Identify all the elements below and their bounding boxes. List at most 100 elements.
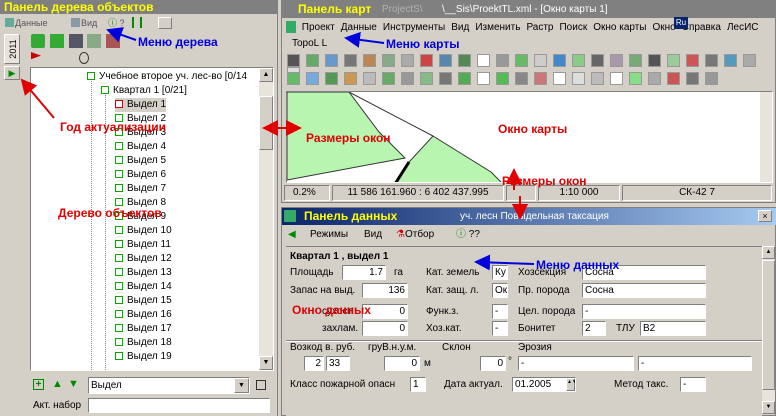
map-tool-icon[interactable]	[648, 54, 661, 67]
map-tool-icon[interactable]	[325, 72, 338, 85]
map-tool-icon[interactable]	[287, 54, 300, 67]
tree-node-kvartal[interactable]: Квартал 1 [0/21]	[101, 84, 187, 98]
data-scroll-thumb[interactable]	[762, 260, 775, 390]
map-tool-icon[interactable]	[363, 72, 376, 85]
map-tool-icon[interactable]	[743, 54, 756, 67]
map-tool-icon[interactable]	[306, 72, 319, 85]
tree-tool-icon-5[interactable]	[106, 34, 121, 48]
func-field[interactable]: -	[492, 304, 508, 319]
map-tool-icon[interactable]	[287, 72, 300, 85]
year-tab[interactable]: 2011	[4, 34, 20, 64]
map-tool-icon[interactable]	[439, 72, 452, 85]
map-tool-icon[interactable]	[648, 72, 661, 85]
method-field[interactable]: -	[680, 377, 706, 392]
tree-tool-icon-2[interactable]	[49, 34, 64, 48]
target-breed-field[interactable]: -	[582, 304, 706, 319]
map-menu-item[interactable]: Окно	[652, 22, 675, 33]
date-spin-icon[interactable]: ▲▼	[566, 378, 575, 391]
fire-field[interactable]: 1	[410, 377, 426, 392]
map-tool-icon[interactable]	[458, 54, 471, 67]
add-icon[interactable]: +	[33, 379, 44, 390]
tree-tool-icon-1[interactable]	[31, 34, 45, 48]
map-menu-item[interactable]: Окно карты	[593, 22, 646, 33]
map-tool-icon[interactable]	[382, 54, 395, 67]
tree-item[interactable]: Выдел 18	[115, 336, 172, 350]
tree-item[interactable]: Выдел 17	[115, 322, 172, 336]
map-menu-item[interactable]: Данные	[341, 22, 377, 33]
map-tool-icon[interactable]	[401, 72, 414, 85]
map-tool-icon[interactable]	[458, 72, 471, 85]
land-cat-field[interactable]: Ку	[492, 265, 508, 280]
chevron-down-icon[interactable]: ▼	[234, 378, 249, 393]
map-tool-icon[interactable]	[496, 54, 509, 67]
map-tool-icon[interactable]	[534, 72, 547, 85]
map-tool-icon[interactable]	[667, 72, 680, 85]
tree-item[interactable]: Выдел 19	[115, 350, 172, 364]
tree-node-forestry[interactable]: Учебное второе уч. лес-во [0/14	[87, 70, 247, 84]
data-menu-view[interactable]: Вид	[364, 228, 382, 242]
tree-item[interactable]: Выдел 7	[115, 182, 166, 196]
area-field[interactable]: 1.7	[342, 265, 386, 280]
map-tool-icon[interactable]	[306, 54, 319, 67]
move-up-icon[interactable]: ▲	[52, 378, 63, 390]
flag-icon[interactable]	[31, 52, 41, 60]
tree-data-menu[interactable]: Данные	[4, 15, 48, 31]
litter-field[interactable]: 0	[362, 321, 408, 336]
map-tool-icon[interactable]	[420, 72, 433, 85]
map-tool-icon[interactable]	[515, 54, 528, 67]
map-tool-icon[interactable]	[363, 54, 376, 67]
map-menu-item[interactable]: ЛесИС	[727, 22, 759, 33]
map-menu-item[interactable]: Растр	[526, 22, 553, 33]
map-tool-icon[interactable]	[572, 72, 585, 85]
tree-item[interactable]: Выдел 5	[115, 154, 166, 168]
tree-item[interactable]: Выдел 6	[115, 168, 166, 182]
erosion-field-2[interactable]: -	[638, 356, 752, 371]
tree-scrollbar[interactable]: ▲ ▼	[259, 68, 273, 370]
map-tool-icon[interactable]	[724, 54, 737, 67]
tree-item[interactable]: Выдел 11	[115, 238, 171, 252]
map-tool-icon[interactable]	[705, 54, 718, 67]
map-vscroll[interactable]	[760, 92, 772, 182]
object-type-select[interactable]: Выдел ▼	[88, 377, 250, 394]
tree-help-menu[interactable]: ⓘ ?	[108, 15, 125, 31]
tree-search-icon[interactable]	[78, 52, 89, 64]
data-scroll-down[interactable]: ▼	[762, 401, 775, 414]
tree-item[interactable]: Выдел 1	[115, 98, 167, 112]
map-tool-icon[interactable]	[705, 72, 718, 85]
prot-cat-field[interactable]: Ок	[492, 283, 508, 298]
tree-tool-icon-4[interactable]	[87, 34, 102, 48]
map-menu-item[interactable]: Поиск	[559, 22, 587, 33]
map-tool-icon[interactable]	[534, 54, 547, 67]
date-field[interactable]: 01.2005 ▲▼	[512, 377, 576, 392]
data-menu-filter[interactable]: ⚗Отбор	[396, 228, 434, 242]
tree-item[interactable]: Выдел 15	[115, 294, 172, 308]
slope-field[interactable]: 0	[480, 356, 506, 371]
map-tool-icon[interactable]	[610, 54, 623, 67]
tree-scroll-thumb[interactable]	[259, 96, 273, 150]
map-tool-icon[interactable]	[515, 72, 528, 85]
tree-item[interactable]: Выдел 13	[115, 266, 172, 280]
map-tool-icon[interactable]	[591, 72, 604, 85]
copy-icon[interactable]	[256, 380, 266, 390]
map-tool-icon[interactable]	[439, 54, 452, 67]
map-tool-icon[interactable]	[553, 72, 566, 85]
tree-pin-icon[interactable]	[132, 17, 142, 28]
tree-item[interactable]: Выдел 12	[115, 252, 172, 266]
map-menu-item[interactable]: Изменить	[475, 22, 520, 33]
data-scrollbar[interactable]: ▲ ▼	[762, 246, 775, 414]
map-tool-icon[interactable]	[382, 72, 395, 85]
map-tool-icon[interactable]	[325, 54, 338, 67]
map-tool-icon[interactable]	[610, 72, 623, 85]
map-menu-item[interactable]: Вид	[451, 22, 469, 33]
data-menu-help[interactable]: ⓘ ??	[456, 228, 480, 242]
erosion-field-1[interactable]: -	[518, 356, 634, 371]
stock-field[interactable]: 136	[362, 283, 408, 298]
map-tool-icon[interactable]	[344, 72, 357, 85]
age-field-2[interactable]: 33	[326, 356, 350, 371]
map-tool-icon[interactable]	[686, 54, 699, 67]
econ-cat-field[interactable]: -	[492, 321, 508, 336]
map-tool-icon[interactable]	[629, 72, 642, 85]
data-close-button[interactable]: ×	[758, 210, 772, 222]
map-tool-icon[interactable]	[553, 54, 566, 67]
tree-tool-icon-3[interactable]	[68, 34, 83, 48]
